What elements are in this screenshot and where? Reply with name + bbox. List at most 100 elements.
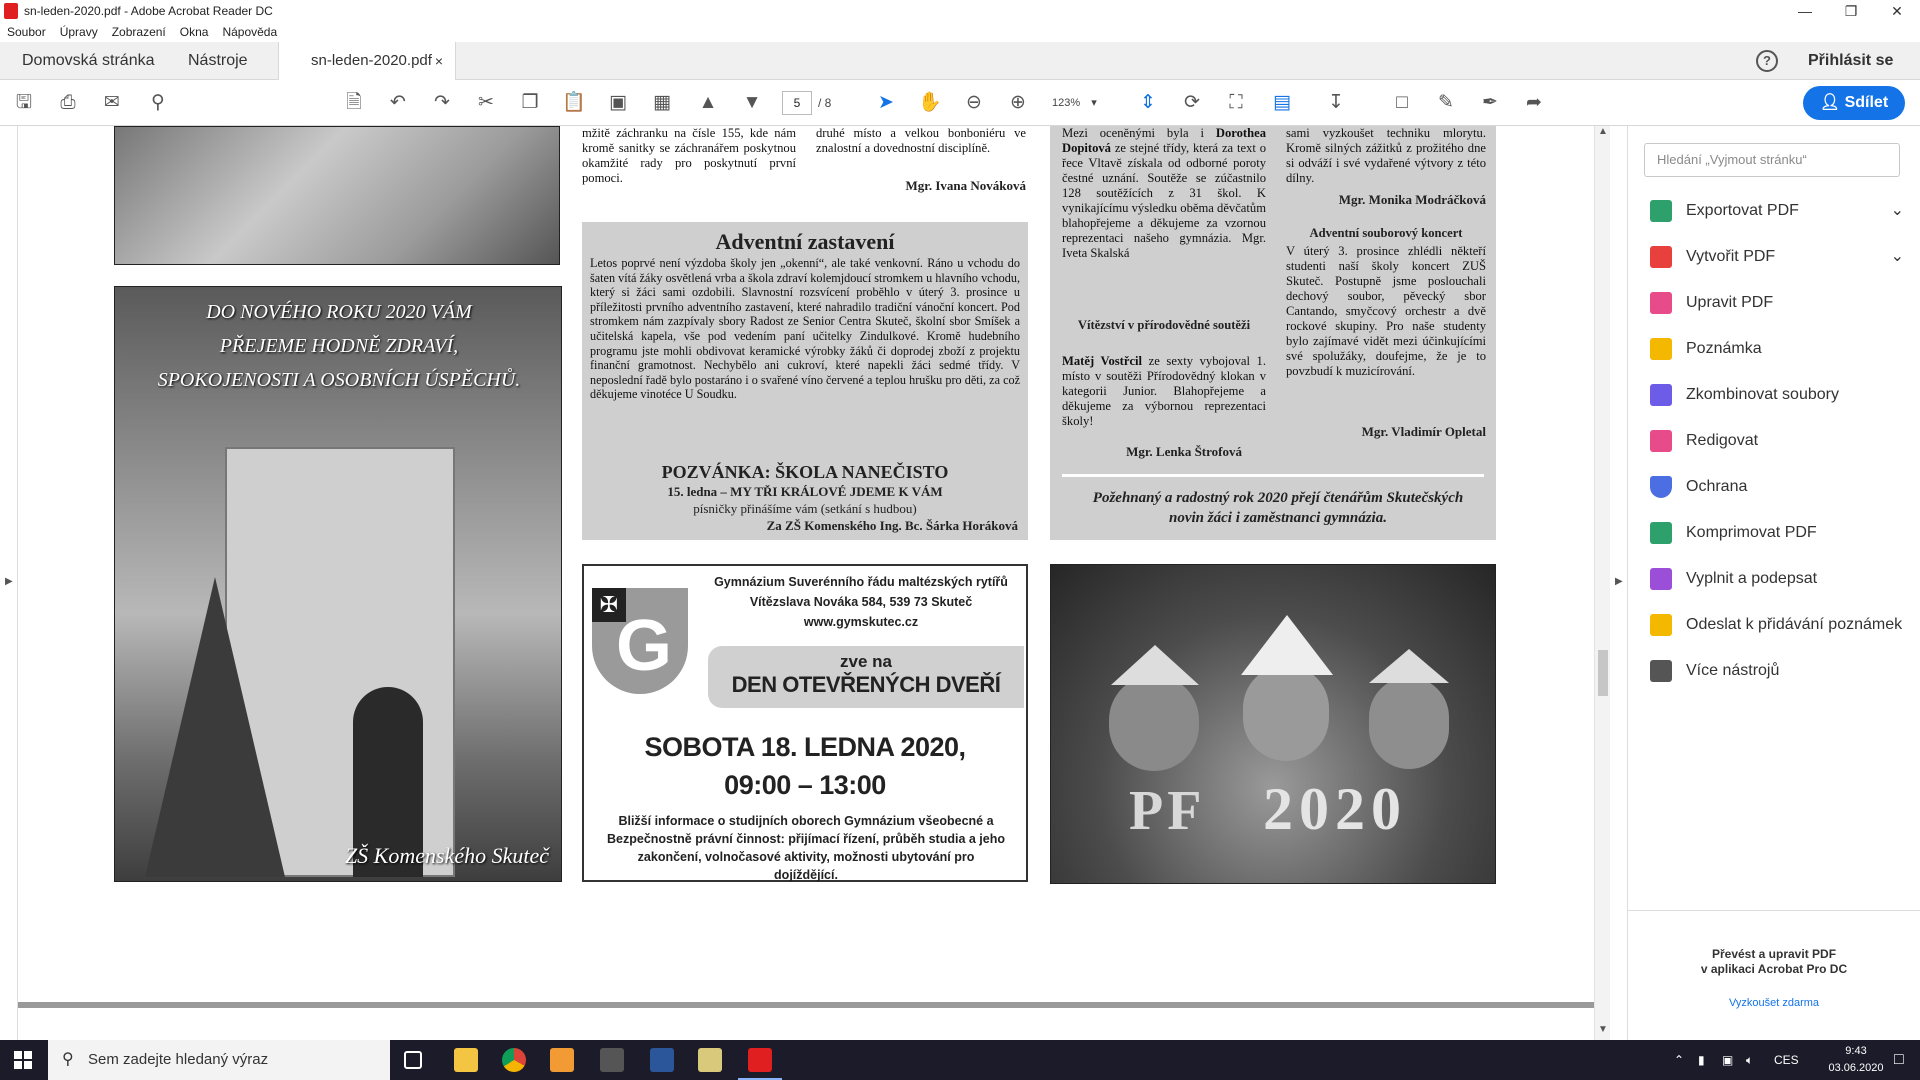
- read-mode-icon[interactable]: ↧: [1324, 91, 1348, 115]
- organize-pages-icon[interactable]: ▦: [650, 91, 674, 115]
- undo-icon[interactable]: ↶: [386, 91, 410, 115]
- share-button[interactable]: 👤︎ Sdílet: [1803, 86, 1905, 120]
- science-winner-name: Matěj Vostřcil: [1062, 354, 1143, 368]
- vertical-scrollbar[interactable]: ▲ ▼: [1594, 126, 1610, 1040]
- sign-icon[interactable]: ✒: [1478, 91, 1502, 115]
- close-tab-icon[interactable]: ×: [435, 42, 443, 80]
- file-settings-icon[interactable]: 🗎: [342, 91, 366, 115]
- menu-window[interactable]: Okna: [173, 25, 216, 39]
- close-window-icon[interactable]: ✕: [1874, 0, 1920, 22]
- acrobat-taskbar-icon[interactable]: [748, 1048, 772, 1072]
- powerpoint-icon[interactable]: [550, 1048, 574, 1072]
- notifications-icon[interactable]: □: [1894, 1040, 1904, 1080]
- fit-page-icon[interactable]: ⇕: [1136, 91, 1160, 115]
- tool-protect[interactable]: Ochrana: [1650, 472, 1910, 502]
- email-icon[interactable]: ✉: [100, 91, 124, 115]
- menu-edit[interactable]: Úpravy: [53, 25, 105, 39]
- toolbar: 🖫 ⎙ ✉ ⚲ 🗎 ↶ ↷ ✂ ❐ 📋 ▣ ▦ ▲ ▼ 5 / 8 ➤ ✋ ⊖ …: [0, 80, 1920, 126]
- taskbar-search-placeholder: Sem zadejte hledaný výraz: [88, 1051, 269, 1068]
- tab-tools[interactable]: Nástroje: [188, 42, 248, 80]
- concert-heading: Adventní souborový koncert: [1309, 226, 1463, 240]
- new-year-wish: Požehnaný a radostný rok 2020 přejí čten…: [1092, 490, 1464, 526]
- paste-icon[interactable]: 📋: [562, 91, 586, 115]
- open-day-banner: zve na DEN OTEVŘENÝCH DVEŘÍ: [708, 646, 1024, 708]
- previous-page-icon[interactable]: ▲: [696, 91, 720, 115]
- tool-send-for-comments[interactable]: Odeslat k přidávání poznámek: [1650, 610, 1910, 640]
- hand-tool-icon[interactable]: ✋: [918, 91, 942, 115]
- page-display-icon[interactable]: ▤: [1270, 91, 1294, 115]
- menu-file[interactable]: Soubor: [0, 25, 53, 39]
- print-icon[interactable]: ⎙: [56, 91, 80, 115]
- zoom-in-icon[interactable]: ⊕: [1006, 91, 1030, 115]
- advent-title: Adventní zastavení: [715, 229, 895, 254]
- word-icon[interactable]: [650, 1048, 674, 1072]
- chevron-down-icon[interactable]: ⌄: [1891, 196, 1904, 226]
- chevron-down-icon[interactable]: ⌄: [1891, 242, 1904, 272]
- calculator-icon[interactable]: [600, 1048, 624, 1072]
- network-icon[interactable]: ▣: [1722, 1040, 1733, 1080]
- tool-compress-pdf[interactable]: Komprimovat PDF: [1650, 518, 1910, 548]
- search-icon: ⚲: [62, 1051, 74, 1068]
- send-icon[interactable]: ➦: [1522, 91, 1546, 115]
- search-icon[interactable]: ⚲: [146, 91, 170, 115]
- tool-edit-pdf[interactable]: Upravit PDF: [1650, 288, 1910, 318]
- notes-app-icon[interactable]: [698, 1048, 722, 1072]
- tab-document[interactable]: sn-leden-2020.pdf ×: [278, 42, 456, 80]
- file-explorer-icon[interactable]: [454, 1048, 478, 1072]
- tool-comment[interactable]: Poznámka: [1650, 334, 1910, 364]
- full-screen-icon[interactable]: ⛶: [1224, 91, 1248, 115]
- scrollbar-thumb[interactable]: [1598, 650, 1608, 696]
- maximize-icon[interactable]: ❐: [1828, 0, 1874, 22]
- save-icon[interactable]: 🖫: [12, 91, 36, 115]
- select-tool-icon[interactable]: ➤: [874, 91, 898, 115]
- tool-combine-files[interactable]: Zkombinovat soubory: [1650, 380, 1910, 410]
- event-date: SOBOTA 18. LEDNA 2020,: [644, 732, 966, 762]
- science-competition-heading: Vítězství v přírodovědné soutěži: [1077, 318, 1251, 332]
- comment-tool-icon: [1650, 338, 1672, 360]
- battery-icon[interactable]: ▮: [1698, 1040, 1705, 1080]
- export-pdf-icon: [1650, 200, 1672, 222]
- scroll-up-icon[interactable]: ▲: [1598, 126, 1608, 137]
- scroll-down-icon[interactable]: ▼: [1598, 1024, 1608, 1035]
- snapshot-icon[interactable]: ▣: [606, 91, 630, 115]
- tool-more-tools[interactable]: Více nástrojů: [1650, 656, 1910, 686]
- clock[interactable]: 9:43 03.06.2020: [1816, 1043, 1896, 1077]
- zoom-select[interactable]: 123% ▾: [1052, 91, 1112, 115]
- language-indicator[interactable]: CES: [1774, 1040, 1799, 1080]
- left-panel-toggle[interactable]: ▶: [0, 126, 18, 1040]
- minimize-icon[interactable]: —: [1782, 0, 1828, 22]
- tool-create-pdf[interactable]: Vytvořit PDF ⌄: [1650, 242, 1910, 272]
- edit-pdf-icon: [1650, 292, 1672, 314]
- taskbar-search-input[interactable]: ⚲ Sem zadejte hledaný výraz: [48, 1040, 390, 1080]
- tool-more-label: Více nástrojů: [1686, 662, 1780, 679]
- chrome-icon[interactable]: [502, 1048, 526, 1072]
- cut-icon[interactable]: ✂: [474, 91, 498, 115]
- zoom-out-icon[interactable]: ⊖: [962, 91, 986, 115]
- redo-icon[interactable]: ↷: [430, 91, 454, 115]
- comment-icon[interactable]: □: [1390, 91, 1414, 115]
- horizontal-scrollbar[interactable]: [18, 1002, 1594, 1008]
- tray-overflow-icon[interactable]: ⌃: [1674, 1040, 1684, 1080]
- send-comments-icon: [1650, 614, 1672, 636]
- next-page-icon[interactable]: ▼: [740, 91, 764, 115]
- tool-redact[interactable]: Redigovat: [1650, 426, 1910, 456]
- photo-signature: ZŠ Komenského Skuteč: [344, 843, 549, 868]
- tool-fill-sign[interactable]: Vyplnit a podepsat: [1650, 564, 1910, 594]
- tab-home[interactable]: Domovská stránka: [22, 42, 155, 80]
- highlight-icon[interactable]: ✎: [1434, 91, 1458, 115]
- volume-icon[interactable]: 🔈︎: [1746, 1040, 1753, 1080]
- rotate-icon[interactable]: ⟳: [1180, 91, 1204, 115]
- right-panel-toggle[interactable]: ▶: [1610, 126, 1628, 1040]
- document-view[interactable]: mžitě záchranku na čísle 155, kde nám kr…: [18, 126, 1594, 1004]
- copy-icon[interactable]: ❐: [518, 91, 542, 115]
- help-icon[interactable]: ?: [1756, 50, 1778, 72]
- sign-in-link[interactable]: Přihlásit se: [1808, 42, 1893, 80]
- page-number-input[interactable]: 5: [782, 91, 812, 115]
- tool-export-pdf[interactable]: Exportovat PDF ⌄: [1650, 196, 1910, 226]
- menu-help[interactable]: Nápověda: [215, 25, 284, 39]
- windows-start-icon[interactable]: [14, 1051, 32, 1069]
- task-view-icon[interactable]: [404, 1051, 422, 1069]
- menu-view[interactable]: Zobrazení: [105, 25, 173, 39]
- try-free-link[interactable]: Vyzkoušet zdarma: [1628, 997, 1920, 1009]
- tools-search-input[interactable]: Hledání „Vyjmout stránku“: [1644, 143, 1900, 177]
